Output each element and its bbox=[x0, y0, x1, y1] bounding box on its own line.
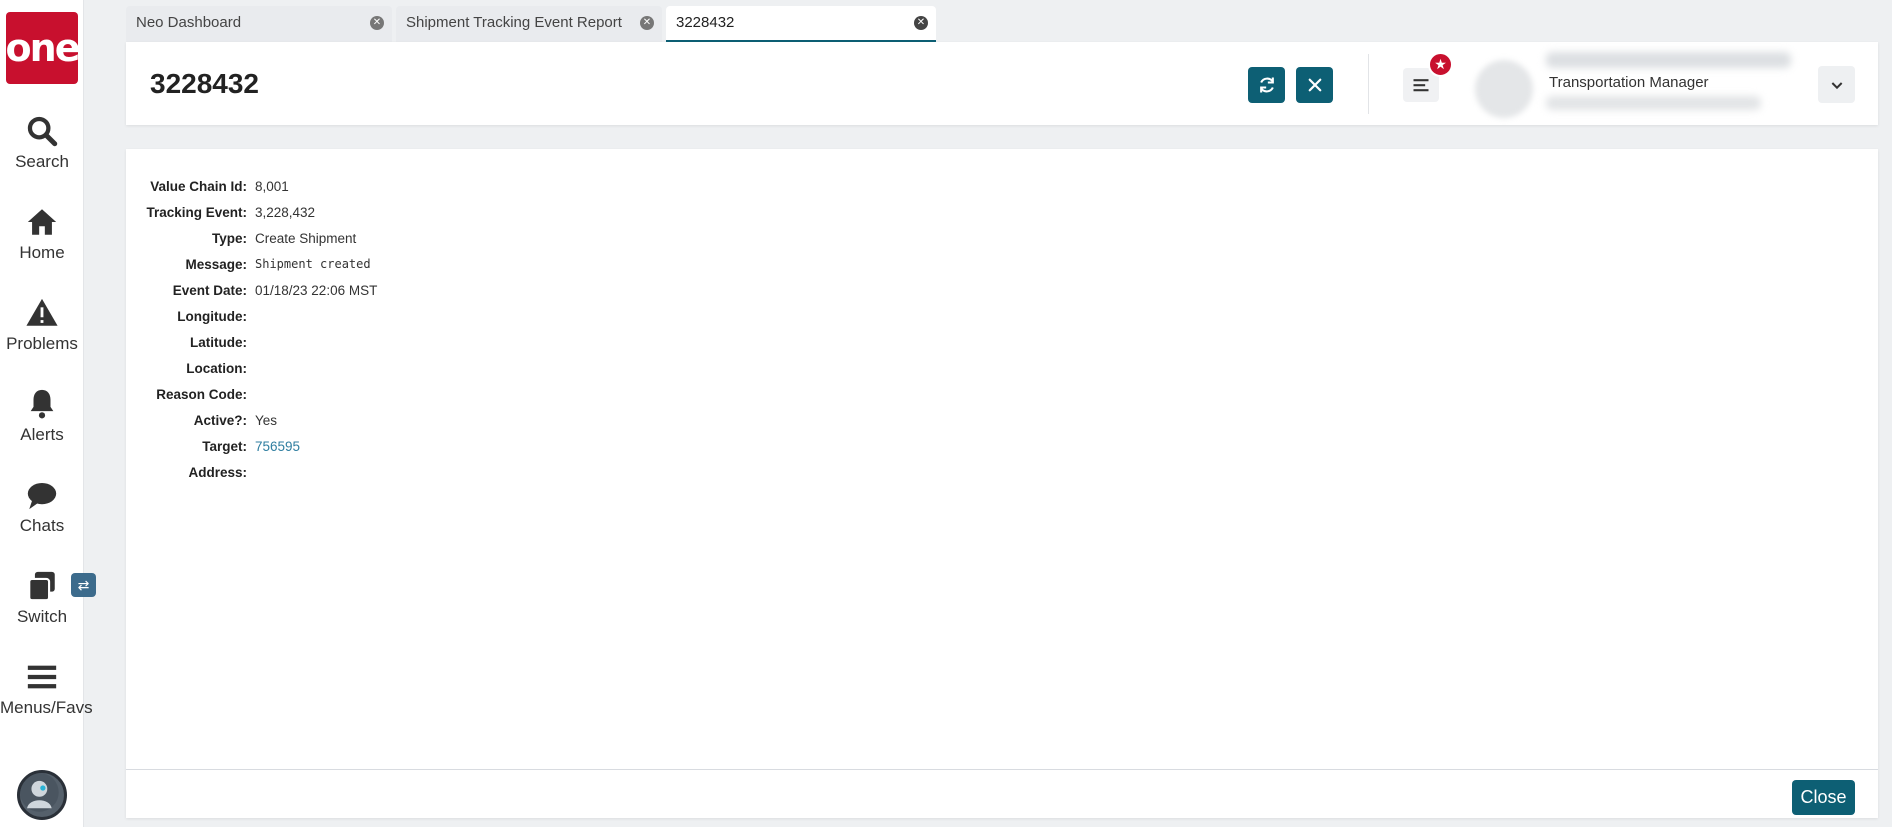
user-org-redacted bbox=[1546, 96, 1761, 110]
field-longitude: Longitude: bbox=[126, 309, 826, 335]
menu-icon bbox=[25, 660, 59, 694]
field-label: Active?: bbox=[193, 413, 247, 428]
one-logo[interactable]: one bbox=[6, 12, 80, 84]
header-divider bbox=[1368, 54, 1369, 114]
tab-label: Neo Dashboard bbox=[136, 14, 242, 31]
close-icon[interactable]: ✕ bbox=[914, 16, 928, 30]
nav-home[interactable]: Home bbox=[0, 205, 84, 263]
star-icon[interactable]: ★ bbox=[1428, 52, 1453, 77]
nav-menus-favs-label: Menus/Favs bbox=[0, 698, 93, 717]
field-label: Type: bbox=[211, 231, 247, 246]
field-value: Create Shipment bbox=[255, 231, 357, 246]
field-label: Location: bbox=[186, 361, 247, 376]
field-label: Latitude: bbox=[190, 335, 247, 350]
field-reason-code: Reason Code: bbox=[126, 387, 826, 413]
refresh-icon bbox=[1259, 77, 1274, 93]
chevron-down-icon bbox=[1831, 81, 1842, 89]
field-value: 01/18/23 22:06 MST bbox=[255, 283, 378, 298]
field-message: Message: Shipment created bbox=[126, 257, 826, 283]
page-header: 3228432 ★ Transportation Manager bbox=[126, 42, 1878, 125]
field-label: Message: bbox=[185, 257, 247, 272]
field-value: 8,001 bbox=[255, 179, 289, 194]
footer-divider bbox=[126, 769, 1878, 770]
warning-icon bbox=[25, 296, 59, 330]
left-nav-rail: one Search Home Problems Alerts Chats Sw… bbox=[0, 0, 96, 827]
field-value: 3,228,432 bbox=[255, 205, 316, 220]
page-title: 3228432 bbox=[150, 68, 260, 99]
field-active: Active?: Yes bbox=[126, 413, 826, 439]
close-page-button[interactable] bbox=[1296, 67, 1333, 103]
tab-3228432[interactable]: 3228432 ✕ bbox=[666, 6, 936, 42]
tab-neo-dashboard[interactable]: Neo Dashboard ✕ bbox=[126, 6, 392, 42]
close-icon[interactable]: ✕ bbox=[640, 16, 654, 30]
nav-menus-favs[interactable]: Menus/Favs bbox=[0, 660, 93, 718]
tab-label: Shipment Tracking Event Report bbox=[406, 14, 622, 31]
user-avatar[interactable] bbox=[1475, 60, 1533, 118]
nav-problems[interactable]: Problems bbox=[0, 296, 84, 354]
refresh-button[interactable] bbox=[1248, 67, 1285, 103]
field-label: Longitude: bbox=[177, 309, 247, 324]
field-event-date: Event Date: 01/18/23 22:06 MST bbox=[126, 283, 826, 309]
chat-icon bbox=[25, 478, 59, 512]
search-icon bbox=[25, 114, 59, 148]
field-label: Reason Code: bbox=[156, 387, 247, 402]
nav-chats[interactable]: Chats bbox=[0, 478, 84, 536]
nav-alerts[interactable]: Alerts bbox=[0, 387, 84, 445]
field-label: Value Chain Id: bbox=[150, 179, 247, 194]
field-address: Address: bbox=[126, 465, 826, 491]
field-location: Location: bbox=[126, 361, 826, 387]
home-icon bbox=[25, 205, 59, 239]
close-icon bbox=[1308, 78, 1321, 92]
target-link[interactable]: 756595 bbox=[255, 439, 300, 454]
assistant-avatar-icon[interactable] bbox=[17, 770, 67, 820]
field-label: Event Date: bbox=[172, 283, 247, 298]
user-role: Transportation Manager bbox=[1549, 74, 1709, 91]
field-value: Shipment created bbox=[255, 257, 371, 271]
tab-label: 3228432 bbox=[676, 14, 735, 31]
nav-search[interactable]: Search bbox=[0, 114, 84, 172]
field-type: Type: Create Shipment bbox=[126, 231, 826, 257]
bell-icon bbox=[25, 387, 59, 421]
user-dropdown-button[interactable] bbox=[1818, 66, 1855, 103]
field-label: Address: bbox=[188, 465, 247, 480]
tab-shipment-tracking-event-report[interactable]: Shipment Tracking Event Report ✕ bbox=[396, 6, 662, 42]
field-value-chain-id: Value Chain Id: 8,001 bbox=[126, 179, 826, 205]
field-tracking-event: Tracking Event: 3,228,432 bbox=[126, 205, 826, 231]
switch-arrows-icon[interactable]: ⇄ bbox=[71, 573, 96, 597]
switch-icon bbox=[25, 569, 59, 603]
close-button[interactable]: Close bbox=[1792, 780, 1855, 815]
nav-chats-label: Chats bbox=[19, 516, 65, 535]
field-target: Target: 756595 bbox=[126, 439, 826, 465]
field-label: Target: bbox=[202, 439, 247, 454]
user-name-redacted bbox=[1546, 52, 1791, 68]
nav-problems-label: Problems bbox=[6, 334, 78, 353]
nav-home-label: Home bbox=[19, 243, 65, 262]
field-label: Tracking Event: bbox=[146, 205, 247, 220]
nav-switch-label: Switch bbox=[16, 607, 68, 626]
close-icon[interactable]: ✕ bbox=[370, 16, 384, 30]
nav-search-label: Search bbox=[15, 152, 69, 171]
field-latitude: Latitude: bbox=[126, 335, 826, 361]
hamburger-icon bbox=[1413, 79, 1429, 92]
nav-alerts-label: Alerts bbox=[20, 425, 64, 444]
detail-panel: Value Chain Id: 8,001 Tracking Event: 3,… bbox=[126, 149, 1878, 818]
field-value: Yes bbox=[255, 413, 278, 428]
